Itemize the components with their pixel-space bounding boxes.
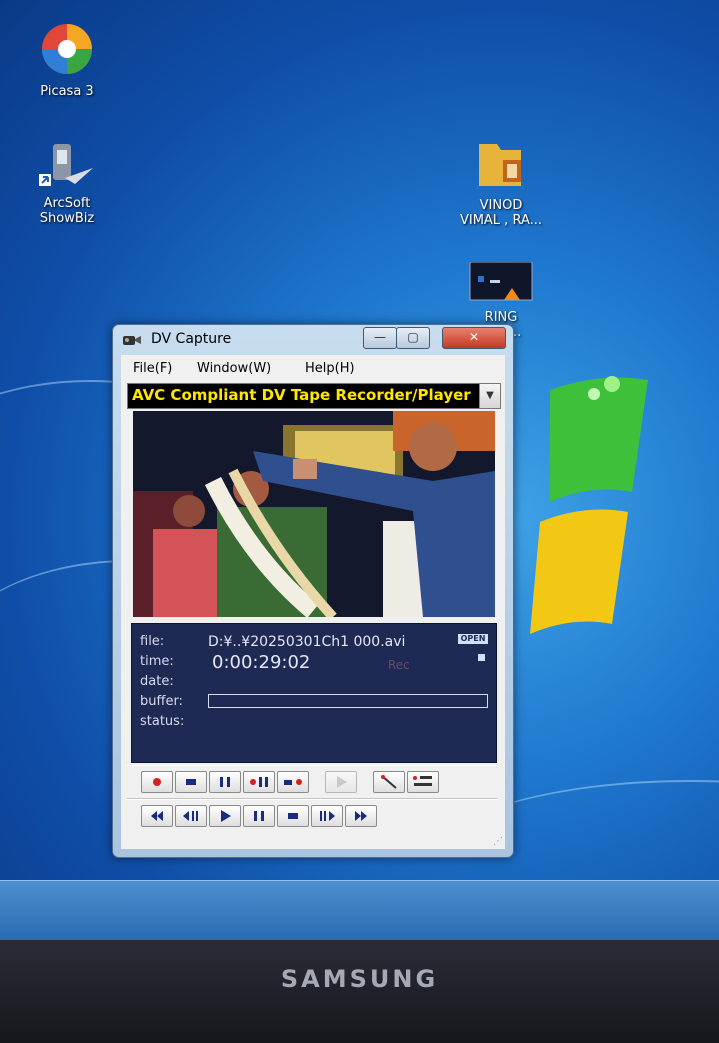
- icon-label: ArcSoft: [43, 196, 91, 211]
- picasa-icon: [42, 24, 92, 74]
- record-toolbar: [127, 765, 497, 799]
- time-value: 0:00:29:02: [212, 652, 311, 673]
- menu-file[interactable]: File(F): [133, 361, 172, 376]
- play-button[interactable]: [209, 805, 241, 827]
- pause-button[interactable]: [243, 805, 275, 827]
- file-label: file:: [140, 634, 165, 649]
- timecode-button[interactable]: [407, 771, 439, 793]
- record-icon: [153, 778, 161, 786]
- taskbar[interactable]: [0, 880, 719, 940]
- pause-icon: [220, 777, 230, 787]
- time-label: time:: [140, 654, 174, 669]
- step-back-button[interactable]: [175, 805, 207, 827]
- record-pause-button[interactable]: [243, 771, 275, 793]
- info-panel: file: D:¥..¥20250301Ch1 000.avi OPEN tim…: [131, 623, 497, 763]
- file-value: D:¥..¥20250301Ch1 000.avi: [208, 634, 406, 650]
- device-select-value: AVC Compliant DV Tape Recorder/Player: [132, 386, 471, 404]
- monitor-brand-logo: SAMSUNG: [280, 965, 439, 993]
- dv-capture-window[interactable]: DV Capture — ▢ ✕ File(F) Window(W) Help(…: [112, 324, 514, 858]
- playback-toolbar: [127, 799, 497, 832]
- stop-button[interactable]: [277, 805, 309, 827]
- menu-window[interactable]: Window(W): [197, 361, 271, 376]
- icon-label: RING: [484, 310, 518, 325]
- pause-record-button[interactable]: [209, 771, 241, 793]
- status-indicator: [478, 654, 485, 661]
- resize-grip-icon[interactable]: ⋰: [493, 836, 503, 847]
- camcorder-icon: [123, 336, 141, 345]
- icon-label: Picasa 3: [40, 84, 94, 99]
- desktop-icon-arcsoft[interactable]: ArcSoft ShowBiz: [12, 138, 122, 226]
- rewind-icon: [151, 811, 163, 821]
- menu-bar: File(F) Window(W) Help(H): [121, 357, 505, 379]
- date-label: date:: [140, 674, 174, 689]
- windows-logo: [530, 376, 648, 634]
- icon-label: VIMAL , RA...: [459, 213, 543, 228]
- folder-icon: [479, 144, 521, 186]
- step-forward-button[interactable]: [311, 805, 343, 827]
- desktop-screen: Picasa 3 ArcSoft ShowBiz VINOD VIMAL , R…: [0, 0, 719, 940]
- arcsoft-showbiz-icon: [39, 144, 93, 186]
- pause-icon: [254, 811, 264, 821]
- buffer-label: buffer:: [140, 694, 183, 709]
- play-disabled-button[interactable]: [325, 771, 357, 793]
- window-title: DV Capture: [151, 331, 232, 347]
- rewind-button[interactable]: [141, 805, 173, 827]
- step-back-icon: [183, 811, 198, 821]
- fast-forward-icon: [355, 811, 367, 821]
- desktop-icon-picasa[interactable]: Picasa 3: [12, 22, 122, 99]
- stop-record-dot-button[interactable]: [277, 771, 309, 793]
- title-bar[interactable]: DV Capture — ▢ ✕: [113, 325, 513, 355]
- maximize-button[interactable]: ▢: [396, 327, 430, 349]
- step-forward-icon: [320, 811, 335, 821]
- icon-label: VINOD: [479, 198, 523, 213]
- minimize-button[interactable]: —: [363, 327, 397, 349]
- desktop-icon-vinod-folder[interactable]: VINOD VIMAL , RA...: [446, 138, 556, 228]
- menu-help[interactable]: Help(H): [305, 361, 355, 376]
- close-button[interactable]: ✕: [442, 327, 506, 349]
- buffer-progress-bar: [208, 694, 488, 708]
- play-icon: [221, 810, 231, 822]
- stop-record-button[interactable]: [175, 771, 207, 793]
- stop-record-icon: [284, 779, 302, 785]
- video-file-icon: [469, 261, 533, 301]
- status-label: status:: [140, 714, 185, 729]
- stop-icon: [186, 779, 196, 785]
- record-button[interactable]: [141, 771, 173, 793]
- video-preview: [133, 411, 495, 617]
- settings-button[interactable]: [373, 771, 405, 793]
- stop-icon: [288, 813, 298, 819]
- chevron-down-icon[interactable]: ▼: [479, 384, 500, 408]
- fast-forward-button[interactable]: [345, 805, 377, 827]
- timecode-icon: [413, 776, 432, 786]
- device-select[interactable]: AVC Compliant DV Tape Recorder/Player ▼: [127, 383, 501, 409]
- open-badge[interactable]: OPEN: [458, 634, 488, 644]
- play-icon: [337, 776, 347, 788]
- window-client-area: File(F) Window(W) Help(H) AVC Compliant …: [121, 355, 505, 849]
- record-pause-icon: [250, 777, 268, 787]
- tool-icon: [381, 775, 397, 789]
- rec-indicator: Rec: [388, 658, 410, 672]
- icon-label: ShowBiz: [39, 211, 95, 226]
